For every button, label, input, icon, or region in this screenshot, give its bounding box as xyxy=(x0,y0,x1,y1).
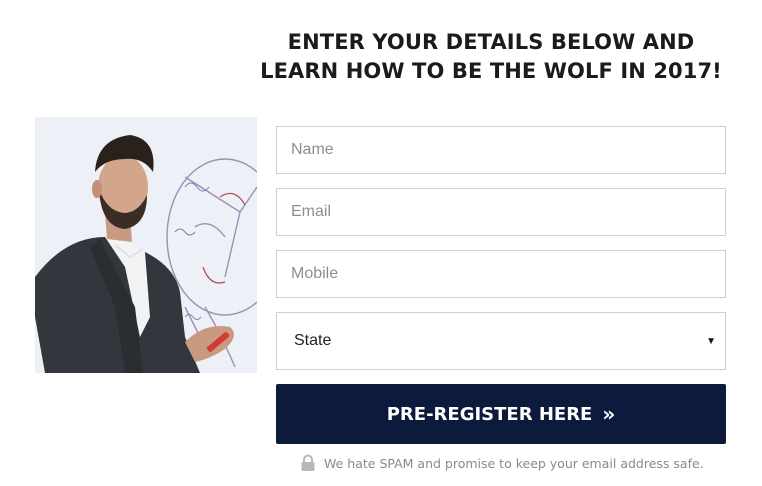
presenter-photo xyxy=(35,117,257,373)
pre-register-label: PRE-REGISTER HERE xyxy=(386,403,593,425)
mobile-input[interactable] xyxy=(276,250,726,298)
email-input[interactable] xyxy=(276,188,726,236)
heading-line-2: LEARN HOW TO BE THE WOLF IN 2017! xyxy=(260,59,722,83)
lock-icon xyxy=(300,454,316,472)
heading-line-1: ENTER YOUR DETAILS BELOW AND xyxy=(287,30,695,54)
state-select[interactable]: State ▼ xyxy=(276,312,726,370)
page-heading: ENTER YOUR DETAILS BELOW AND LEARN HOW T… xyxy=(256,28,726,86)
state-select-value: State xyxy=(294,332,332,349)
double-chevron-right-icon: » xyxy=(602,402,616,426)
dropdown-arrow-icon: ▼ xyxy=(706,335,716,347)
pre-register-button[interactable]: PRE-REGISTER HERE » xyxy=(276,384,726,444)
name-input[interactable] xyxy=(276,126,726,174)
spam-note-text: We hate SPAM and promise to keep your em… xyxy=(324,455,704,471)
spam-note: We hate SPAM and promise to keep your em… xyxy=(300,454,720,472)
